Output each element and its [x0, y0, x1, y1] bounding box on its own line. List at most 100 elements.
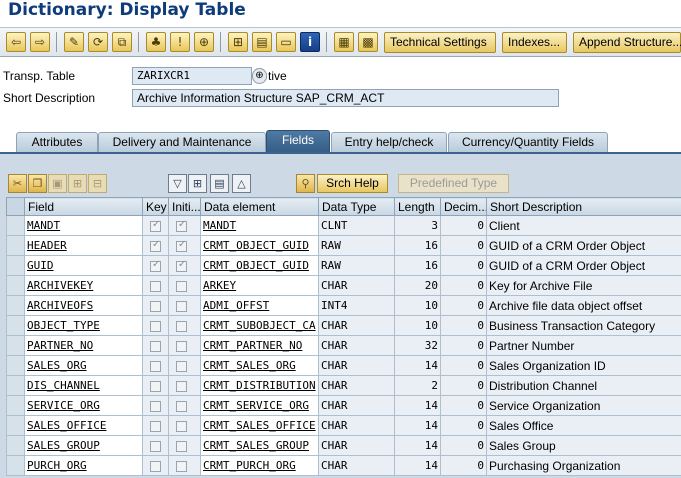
data-element-cell[interactable]: CRMT_SALES_OFFICE [200, 415, 319, 436]
field-name-cell[interactable]: PURCH_ORG [24, 455, 143, 476]
sort-icon[interactable]: ▤ [210, 174, 229, 193]
column-header-decimals[interactable]: Decim... [440, 197, 487, 216]
data-type-text[interactable]: RAW [321, 239, 341, 252]
row-selector[interactable] [6, 275, 25, 296]
column-header-field[interactable]: Field [24, 197, 143, 216]
status-toggle-icon[interactable]: ⊕ [252, 68, 267, 84]
table-name-field[interactable]: ZARIXCR1 [132, 67, 252, 85]
table-row[interactable]: SALES_OFFICE CRMT_SALES_OFFICE CHAR 14 0 Sale… [6, 415, 681, 436]
hierarchy-icon[interactable]: ♣ [146, 32, 166, 52]
key-cell[interactable] [142, 375, 169, 396]
field-name-link[interactable]: SERVICE_ORG [27, 399, 100, 412]
key-checkbox[interactable] [150, 400, 161, 412]
initial-values-checkbox[interactable] [176, 380, 187, 392]
field-name-cell[interactable]: SALES_OFFICE [24, 415, 143, 436]
key-checkbox[interactable] [150, 360, 161, 372]
print-icon[interactable]: ▤ [252, 32, 272, 52]
field-name-link[interactable]: DIS_CHANNEL [27, 379, 100, 392]
table-icon[interactable]: ▩ [358, 32, 378, 52]
field-name-link[interactable]: SALES_GROUP [27, 439, 100, 452]
data-type-text[interactable]: RAW [321, 259, 341, 272]
field-name-link[interactable]: SALES_OFFICE [27, 419, 106, 432]
key-cell[interactable] [142, 215, 169, 236]
data-element-cell[interactable]: CRMT_OBJECT_GUID [200, 255, 319, 276]
field-name-link[interactable]: HEADER [27, 239, 67, 252]
back-icon[interactable]: ⇦ [6, 32, 26, 52]
data-element-cell[interactable]: CRMT_DISTRIBUTION [200, 375, 319, 396]
grid-icon[interactable]: ▦ [334, 32, 354, 52]
field-name-cell[interactable]: SALES_GROUP [24, 435, 143, 456]
table-row[interactable]: GUID CRMT_OBJECT_GUID RAW 160GUID of a CRM … [6, 255, 681, 276]
initial-values-cell[interactable] [168, 275, 201, 296]
field-name-cell[interactable]: ARCHIVEOFS [24, 295, 143, 316]
key-checkbox[interactable] [150, 280, 161, 292]
field-name-cell[interactable]: SALES_ORG [24, 355, 143, 376]
table-row[interactable]: OBJECT_TYPE CRMT_SUBOBJECT_CA CHAR 10 0 Busin… [6, 315, 681, 336]
key-cell[interactable] [142, 235, 169, 256]
data-element-cell[interactable]: ADMI_OFFST [200, 295, 319, 316]
row-selector[interactable] [6, 295, 25, 316]
technical-settings-button[interactable]: Technical Settings [384, 32, 496, 53]
data-element-link[interactable]: CRMT_SERVICE_ORG [203, 399, 309, 412]
data-type-text[interactable]: CHAR [321, 339, 348, 352]
key-checkbox[interactable] [150, 440, 161, 452]
key-checkbox[interactable] [150, 219, 161, 232]
column-header-initial[interactable]: Initi... [168, 197, 201, 216]
column-header-data-element[interactable]: Data element [200, 197, 319, 216]
key-checkbox[interactable] [150, 380, 161, 392]
table-row[interactable]: ARCHIVEKEY ARKEY CHAR 20 0 Key for Archive Fi… [6, 275, 681, 296]
data-element-cell[interactable]: CRMT_PARTNER_NO [200, 335, 319, 356]
key-checkbox[interactable] [150, 239, 161, 252]
field-name-link[interactable]: GUID [27, 259, 54, 272]
key-cell[interactable] [142, 395, 169, 416]
data-type-text[interactable]: CLNT [321, 219, 348, 232]
find-icon[interactable]: ⊞ [188, 174, 207, 193]
initial-values-cell[interactable] [168, 375, 201, 396]
initial-values-cell[interactable] [168, 355, 201, 376]
key-cell[interactable] [142, 315, 169, 336]
row-selector[interactable] [6, 255, 25, 276]
key-checkbox[interactable] [150, 320, 161, 332]
initial-values-checkbox[interactable] [176, 400, 187, 412]
key-checkbox[interactable] [150, 259, 161, 272]
search-help-icon[interactable]: ⚲ [296, 174, 315, 193]
field-name-link[interactable]: SALES_ORG [27, 359, 87, 372]
column-header-data-type[interactable]: Data Type [318, 197, 395, 216]
data-element-cell[interactable]: CRMT_PURCH_ORG [200, 455, 319, 476]
initial-values-checkbox[interactable] [176, 440, 187, 452]
info-icon[interactable]: ! [170, 32, 190, 52]
table-row[interactable]: SALES_ORG CRMT_SALES_ORG CHAR 14 0 Sales Orga… [6, 355, 681, 376]
information-icon[interactable]: i [300, 32, 320, 52]
data-element-link[interactable]: CRMT_OBJECT_GUID [203, 259, 309, 272]
initial-values-cell[interactable] [168, 215, 201, 236]
data-element-cell[interactable]: CRMT_SERVICE_ORG [200, 395, 319, 416]
filter-icon[interactable]: ▽ [168, 174, 187, 193]
initial-values-checkbox[interactable] [176, 420, 187, 432]
data-type-text[interactable]: CHAR [321, 439, 348, 452]
data-element-cell[interactable]: ARKEY [200, 275, 319, 296]
field-name-cell[interactable]: OBJECT_TYPE [24, 315, 143, 336]
key-cell[interactable] [142, 435, 169, 456]
data-type-text[interactable]: CHAR [321, 379, 348, 392]
data-type-text[interactable]: CHAR [321, 399, 348, 412]
table-row[interactable]: ARCHIVEOFS ADMI_OFFST INT4 10 0 Archive file … [6, 295, 681, 316]
table-row[interactable]: SALES_GROUP CRMT_SALES_GROUP CHAR 14 0 Sales … [6, 435, 681, 456]
row-selector[interactable] [6, 415, 25, 436]
initial-values-cell[interactable] [168, 455, 201, 476]
data-element-link[interactable]: CRMT_OBJECT_GUID [203, 239, 309, 252]
row-selector[interactable] [6, 235, 25, 256]
table-row[interactable]: MANDT MANDT CLNT 30Client [6, 215, 681, 236]
field-name-cell[interactable]: SERVICE_ORG [24, 395, 143, 416]
row-selector[interactable] [6, 435, 25, 456]
data-type-text[interactable]: CHAR [321, 279, 348, 292]
tab-attributes[interactable]: Attributes [16, 132, 98, 152]
initial-values-checkbox[interactable] [176, 300, 187, 312]
initial-values-checkbox[interactable] [176, 340, 187, 352]
field-name-link[interactable]: PURCH_ORG [27, 459, 87, 472]
forward-icon[interactable]: ⇨ [30, 32, 50, 52]
key-checkbox[interactable] [150, 340, 161, 352]
initial-values-checkbox[interactable] [176, 280, 187, 292]
initial-values-checkbox[interactable] [176, 360, 187, 372]
data-element-link[interactable]: MANDT [203, 219, 236, 232]
table-row[interactable]: SERVICE_ORG CRMT_SERVICE_ORG CHAR 14 0 Servic… [6, 395, 681, 416]
